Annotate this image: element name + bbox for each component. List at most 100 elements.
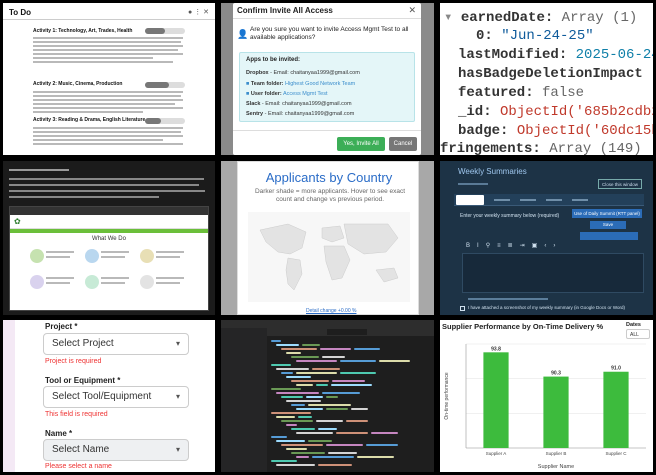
dates-label: Dates (626, 322, 641, 328)
code-icon[interactable]: ‹› (544, 243, 562, 249)
tab-5[interactable] (572, 199, 588, 201)
project-select[interactable]: Select Project ▾ (43, 333, 189, 355)
chart-svg: 93.8 Supplier A 90.3 Supplier B 91.0 Supplier… (444, 343, 646, 470)
doc-line-featured[interactable]: featured: false (458, 85, 584, 101)
app-item-sentry: Sentry - Email: chaitanyaa1999@gmail.com (246, 111, 355, 117)
card-2[interactable] (85, 247, 133, 269)
tool-select[interactable]: Select Tool/Equipment ▾ (43, 386, 189, 408)
editor-toolbar: BI⚲≡≣⇥▣‹› (462, 240, 644, 252)
code-line-segment (326, 444, 363, 446)
x-tick-label: Supplier B (546, 451, 567, 456)
doc-line-earneddate[interactable]: ▾ earnedDate: Array (1) (444, 9, 637, 26)
doc-line-lastmodified[interactable]: lastModified: 2025-06-24 (458, 47, 653, 63)
chevron-down-icon: ▾ (175, 339, 180, 348)
map-card: Applicants by Country Darker shade = mor… (237, 161, 419, 315)
y-axis-label: On-time performance (444, 372, 450, 419)
code-line-segment (308, 404, 351, 406)
card-5[interactable] (85, 273, 133, 295)
dropdown-button[interactable] (580, 232, 638, 240)
modal-title: Confirm Invite All Access (237, 6, 333, 15)
summary-editor[interactable] (462, 253, 644, 293)
code-area[interactable] (267, 336, 434, 472)
doc-line-0[interactable]: 0: "Jun-24-25" (476, 28, 594, 44)
code-line-segment (318, 464, 352, 466)
code-line-segment (357, 456, 394, 458)
chart-title: Supplier Performance by On-Time Delivery… (442, 322, 604, 331)
code-line-segment (281, 348, 317, 350)
confirm-button[interactable]: Yes, Invite All (337, 137, 385, 151)
tab-active[interactable] (456, 195, 484, 205)
code-line-segment (351, 408, 368, 410)
app-item-team-folder: ■ Team folder: Highest Good Network Team (246, 81, 356, 87)
code-line-segment (371, 432, 398, 434)
map-title: Applicants by Country (265, 170, 393, 185)
data-label: 93.8 (491, 346, 501, 352)
map-link[interactable]: Detail change +0.00 % (306, 308, 356, 314)
card-icon (140, 249, 154, 263)
italic-icon[interactable]: I (477, 243, 486, 249)
code-line-segment (331, 384, 372, 386)
x-tick-label: Supplier A (486, 451, 507, 456)
code-line-segment (271, 412, 311, 414)
close-window-button[interactable]: Close this window (598, 179, 642, 189)
card-6[interactable] (140, 273, 188, 295)
code-line-segment (296, 432, 333, 434)
chevron-down-icon: ▾ (175, 392, 180, 401)
numbered-list-icon[interactable]: ≣ (508, 243, 520, 249)
doc-line-fringements[interactable]: fringements: Array (149) (440, 141, 642, 155)
window-controls-icon[interactable]: ● ⋮ ✕ (188, 8, 209, 16)
folder-icon: ■ (246, 91, 250, 97)
checkbox-icon[interactable] (460, 306, 465, 311)
app-item-dropbox: Dropbox - Email: chaitanyaa1999@gmail.co… (246, 70, 360, 76)
doc-line-hasbadge[interactable]: hasBadgeDeletionImpact (458, 66, 643, 82)
map-tile: Applicants by Country Darker shade = mor… (221, 161, 434, 315)
code-line-segment (306, 396, 323, 398)
tab-2[interactable] (494, 199, 510, 201)
code-line-segment (326, 408, 348, 410)
code-line-segment (271, 364, 291, 366)
world-map[interactable] (248, 212, 410, 302)
close-icon[interactable]: ✕ (408, 5, 416, 16)
code-line-segment (271, 388, 301, 390)
activity-bar (221, 328, 231, 472)
bold-icon[interactable]: B (466, 243, 477, 249)
cancel-button[interactable]: Cancel (389, 137, 417, 151)
code-line-segment (291, 428, 315, 430)
doc-line-badge[interactable]: badge: ObjectId('60dc15b (458, 123, 653, 139)
code-line-segment (366, 444, 398, 446)
name-select[interactable]: Select Name ▾ (43, 439, 189, 461)
card-1[interactable] (30, 247, 78, 269)
site-nav: ✿ (10, 215, 208, 229)
name-error: Please select a name (45, 463, 112, 470)
card-3[interactable] (140, 247, 188, 269)
list-icon[interactable]: ≡ (497, 243, 508, 249)
code-line-segment (318, 428, 337, 430)
code-line-segment (276, 416, 295, 418)
app-item-user-folder: ■ User folder: Access Mgmt Test (246, 91, 328, 97)
code-line-segment (281, 444, 323, 446)
tab-3[interactable] (520, 199, 536, 201)
apps-title: Apps to be invited: (246, 57, 300, 63)
indent-icon[interactable]: ⇥ (520, 243, 532, 249)
code-line-segment (296, 456, 309, 458)
card-4[interactable] (30, 273, 78, 295)
rtt-option-button[interactable]: Use of Daily Summit (RTT panel) (572, 209, 642, 218)
browser-toolbar (10, 207, 208, 215)
code-line-segment (291, 404, 305, 406)
card-icon (30, 249, 44, 263)
editor-tab[interactable] (327, 329, 367, 335)
doc-line-id[interactable]: _id: ObjectId('685b2cdb2 (458, 104, 653, 120)
bar (483, 352, 509, 448)
data-label: 90.3 (551, 371, 561, 377)
code-line-segment (322, 392, 360, 394)
code-line-segment (379, 360, 410, 362)
todo-tile: To Do ● ⋮ ✕ Activity 1: Technology, Art,… (3, 3, 215, 155)
folder-icon: ■ (246, 81, 250, 87)
image-icon[interactable]: ▣ (532, 243, 545, 249)
save-button[interactable]: Save (590, 221, 626, 229)
weekly-summaries-tile: Weekly Summaries Close this window Enter… (440, 161, 653, 315)
link-icon[interactable]: ⚲ (486, 243, 497, 249)
editor-tab-bar (267, 328, 434, 336)
x-tick-label: Supplier C (605, 451, 627, 456)
tab-4[interactable] (546, 199, 562, 201)
